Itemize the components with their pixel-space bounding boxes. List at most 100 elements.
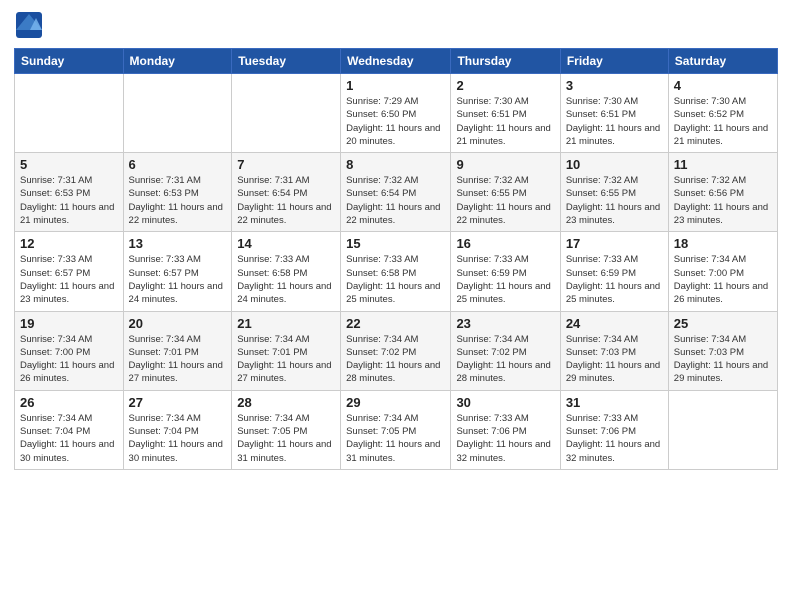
day-info: Sunrise: 7:34 AMSunset: 7:01 PMDaylight:…	[237, 333, 335, 386]
day-cell: 15Sunrise: 7:33 AMSunset: 6:58 PMDayligh…	[341, 232, 451, 311]
day-number: 3	[566, 78, 663, 93]
day-number: 9	[456, 157, 554, 172]
day-cell: 12Sunrise: 7:33 AMSunset: 6:57 PMDayligh…	[15, 232, 124, 311]
day-cell: 9 Sunrise: 7:32 AMSunset: 6:55 PMDaylight…	[451, 153, 560, 232]
day-cell: 23 Sunrise: 7:34 AMSunset: 7:02 PMDayligh…	[451, 311, 560, 390]
day-number: 30	[456, 395, 554, 410]
day-info: Sunrise: 7:33 AMSunset: 6:59 PMDaylight:…	[456, 253, 554, 306]
day-info: Sunrise: 7:31 AMSunset: 6:53 PMDaylight:…	[129, 174, 227, 227]
day-number: 19	[20, 316, 118, 331]
day-cell: 20 Sunrise: 7:34 AMSunset: 7:01 PMDayligh…	[123, 311, 232, 390]
day-cell: 8 Sunrise: 7:32 AMSunset: 6:54 PMDaylight…	[341, 153, 451, 232]
header	[14, 10, 778, 40]
day-cell: 2Sunrise: 7:30 AMSunset: 6:51 PMDaylight…	[451, 74, 560, 153]
day-cell: 17 Sunrise: 7:33 AMSunset: 6:59 PMDayligh…	[560, 232, 668, 311]
day-number: 15	[346, 236, 445, 251]
day-cell: 10Sunrise: 7:32 AMSunset: 6:55 PMDayligh…	[560, 153, 668, 232]
day-cell: 24Sunrise: 7:34 AMSunset: 7:03 PMDayligh…	[560, 311, 668, 390]
day-number: 17	[566, 236, 663, 251]
weekday-header-wednesday: Wednesday	[341, 49, 451, 74]
day-info: Sunrise: 7:34 AMSunset: 7:00 PMDaylight:…	[674, 253, 772, 306]
day-cell: 31 Sunrise: 7:33 AMSunset: 7:06 PMDayligh…	[560, 390, 668, 469]
day-number: 21	[237, 316, 335, 331]
day-info: Sunrise: 7:30 AMSunset: 6:51 PMDaylight:…	[456, 95, 554, 148]
day-info: Sunrise: 7:30 AMSunset: 6:51 PMDaylight:…	[566, 95, 663, 148]
day-cell: 6 Sunrise: 7:31 AMSunset: 6:53 PMDaylight…	[123, 153, 232, 232]
day-cell: 5Sunrise: 7:31 AMSunset: 6:53 PMDaylight…	[15, 153, 124, 232]
day-cell	[15, 74, 124, 153]
day-number: 23	[456, 316, 554, 331]
day-info: Sunrise: 7:34 AMSunset: 7:02 PMDaylight:…	[346, 333, 445, 386]
day-info: Sunrise: 7:34 AMSunset: 7:02 PMDaylight:…	[456, 333, 554, 386]
weekday-header-thursday: Thursday	[451, 49, 560, 74]
day-number: 22	[346, 316, 445, 331]
day-info: Sunrise: 7:34 AMSunset: 7:01 PMDaylight:…	[129, 333, 227, 386]
day-cell: 4Sunrise: 7:30 AMSunset: 6:52 PMDaylight…	[668, 74, 777, 153]
day-info: Sunrise: 7:32 AMSunset: 6:54 PMDaylight:…	[346, 174, 445, 227]
day-cell	[123, 74, 232, 153]
page: SundayMondayTuesdayWednesdayThursdayFrid…	[0, 0, 792, 612]
day-info: Sunrise: 7:30 AMSunset: 6:52 PMDaylight:…	[674, 95, 772, 148]
day-number: 25	[674, 316, 772, 331]
day-number: 24	[566, 316, 663, 331]
day-info: Sunrise: 7:34 AMSunset: 7:05 PMDaylight:…	[346, 412, 445, 465]
day-cell	[232, 74, 341, 153]
day-cell: 22 Sunrise: 7:34 AMSunset: 7:02 PMDayligh…	[341, 311, 451, 390]
day-number: 6	[129, 157, 227, 172]
day-info: Sunrise: 7:33 AMSunset: 7:06 PMDaylight:…	[566, 412, 663, 465]
weekday-header-row: SundayMondayTuesdayWednesdayThursdayFrid…	[15, 49, 778, 74]
day-number: 27	[129, 395, 227, 410]
day-info: Sunrise: 7:32 AMSunset: 6:56 PMDaylight:…	[674, 174, 772, 227]
day-cell: 21 Sunrise: 7:34 AMSunset: 7:01 PMDayligh…	[232, 311, 341, 390]
day-cell: 14 Sunrise: 7:33 AMSunset: 6:58 PMDayligh…	[232, 232, 341, 311]
day-number: 31	[566, 395, 663, 410]
week-row-3: 12 Sunrise: 7:33 AMSunset: 6:57 PMDayligh…	[15, 232, 778, 311]
day-number: 13	[129, 236, 227, 251]
weekday-header-sunday: Sunday	[15, 49, 124, 74]
day-number: 16	[456, 236, 554, 251]
day-info: Sunrise: 7:31 AMSunset: 6:54 PMDaylight:…	[237, 174, 335, 227]
day-cell: 18 Sunrise: 7:34 AMSunset: 7:00 PMDayligh…	[668, 232, 777, 311]
day-cell: 26 Sunrise: 7:34 AMSunset: 7:04 PMDayligh…	[15, 390, 124, 469]
day-info: Sunrise: 7:34 AMSunset: 7:00 PMDaylight:…	[20, 333, 118, 386]
day-number: 29	[346, 395, 445, 410]
day-number: 14	[237, 236, 335, 251]
day-number: 20	[129, 316, 227, 331]
day-number: 8	[346, 157, 445, 172]
day-number: 28	[237, 395, 335, 410]
day-info: Sunrise: 7:34 AMSunset: 7:03 PMDaylight:…	[674, 333, 772, 386]
day-cell: 19 Sunrise: 7:34 AMSunset: 7:00 PMDayligh…	[15, 311, 124, 390]
day-cell: 30 Sunrise: 7:33 AMSunset: 7:06 PMDayligh…	[451, 390, 560, 469]
day-cell: 28Sunrise: 7:34 AMSunset: 7:05 PMDayligh…	[232, 390, 341, 469]
day-number: 5	[20, 157, 118, 172]
week-row-2: 5 Sunrise: 7:31 AMSunset: 6:53 PMDaylight…	[15, 153, 778, 232]
week-row-4: 19 Sunrise: 7:34 AMSunset: 7:00 PMDayligh…	[15, 311, 778, 390]
day-number: 18	[674, 236, 772, 251]
day-cell: 16 Sunrise: 7:33 AMSunset: 6:59 PMDayligh…	[451, 232, 560, 311]
day-cell: 27Sunrise: 7:34 AMSunset: 7:04 PMDayligh…	[123, 390, 232, 469]
day-info: Sunrise: 7:33 AMSunset: 6:59 PMDaylight:…	[566, 253, 663, 306]
day-info: Sunrise: 7:34 AMSunset: 7:04 PMDaylight:…	[20, 412, 118, 465]
day-number: 26	[20, 395, 118, 410]
day-number: 12	[20, 236, 118, 251]
day-info: Sunrise: 7:33 AMSunset: 6:58 PMDaylight:…	[237, 253, 335, 306]
weekday-header-monday: Monday	[123, 49, 232, 74]
day-info: Sunrise: 7:33 AMSunset: 6:57 PMDaylight:…	[129, 253, 227, 306]
day-cell: 11 Sunrise: 7:32 AMSunset: 6:56 PMDayligh…	[668, 153, 777, 232]
day-number: 11	[674, 157, 772, 172]
logo-icon	[14, 10, 44, 40]
day-info: Sunrise: 7:33 AMSunset: 7:06 PMDaylight:…	[456, 412, 554, 465]
week-row-5: 26 Sunrise: 7:34 AMSunset: 7:04 PMDayligh…	[15, 390, 778, 469]
day-number: 10	[566, 157, 663, 172]
day-number: 7	[237, 157, 335, 172]
day-cell	[668, 390, 777, 469]
day-cell: 13 Sunrise: 7:33 AMSunset: 6:57 PMDayligh…	[123, 232, 232, 311]
weekday-header-friday: Friday	[560, 49, 668, 74]
weekday-header-saturday: Saturday	[668, 49, 777, 74]
day-cell: 3 Sunrise: 7:30 AMSunset: 6:51 PMDaylight…	[560, 74, 668, 153]
day-info: Sunrise: 7:29 AMSunset: 6:50 PMDaylight:…	[346, 95, 445, 148]
day-info: Sunrise: 7:32 AMSunset: 6:55 PMDaylight:…	[456, 174, 554, 227]
logo	[14, 10, 48, 40]
weekday-header-tuesday: Tuesday	[232, 49, 341, 74]
day-cell: 7 Sunrise: 7:31 AMSunset: 6:54 PMDaylight…	[232, 153, 341, 232]
